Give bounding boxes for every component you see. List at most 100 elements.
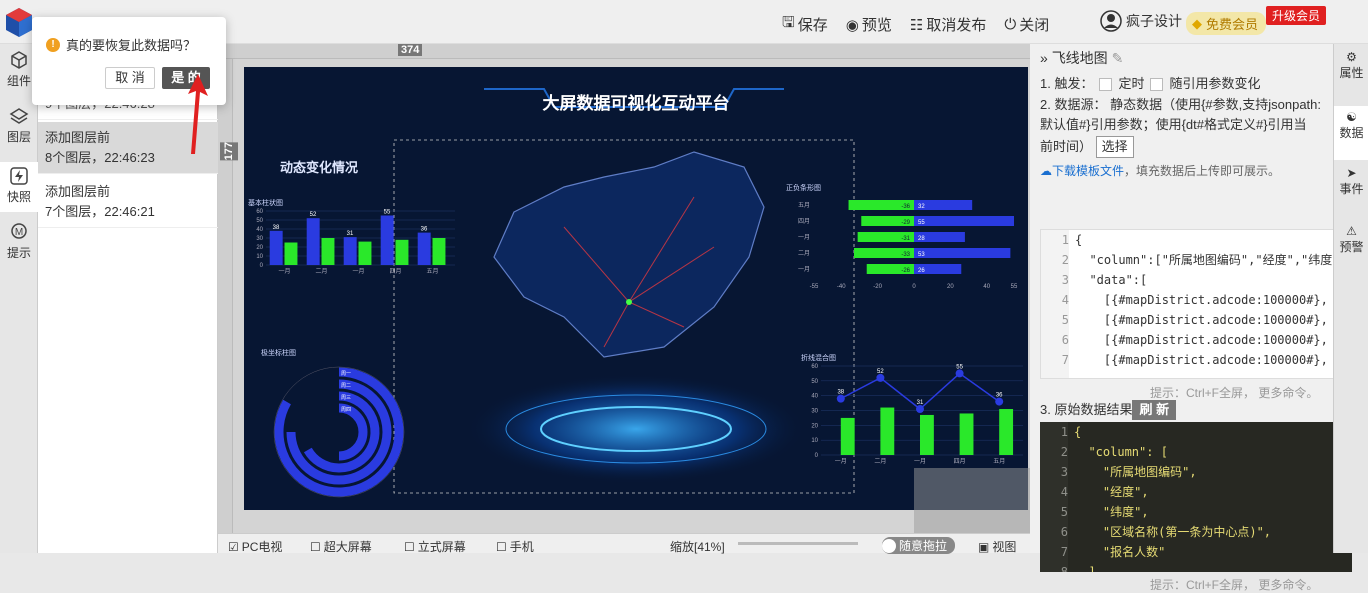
tick-label: 50 [811,379,818,385]
static-data-editor[interactable]: 1 2 3 4 5 6 7 { "column":["所属地图编码","经度",… [1040,229,1352,379]
chart-pos-neg-bar: 正负条形图五月 32 -36 四月 55 -29 一月 28 -31 二月 53 -33 一月 26 -26… [786,183,1018,290]
history-item[interactable]: 添加图层前 7个图层，22:46:21 [38,176,218,228]
category-label: 周三 [341,395,351,401]
tick-label: 40 [256,227,263,233]
code-line: "column":["所属地图编码","经度","纬度" [1075,253,1340,267]
nav-events[interactable]: ➤ 事件 [1334,166,1368,197]
trigger-row: 1. 触发： 定时 随引用参数变化 [1040,76,1261,92]
raw-data-viewer[interactable]: 1 2 3 4 5 6 7 8 { "column": [ "所属地图编码", … [1040,422,1352,572]
upgrade-button[interactable]: 升级会员 [1266,6,1327,25]
cancel-button[interactable]: 取 消 [105,67,155,89]
view-button[interactable]: ▣ 视图 [978,538,1016,555]
tick-label: 40 [983,284,990,290]
download-link[interactable]: 下载模板文件 [1052,164,1124,178]
data-label: 36 [996,393,1003,399]
edit-icon[interactable]: ✎ [1112,50,1124,66]
bar [914,216,1014,226]
device-vertical[interactable]: ☐ 立式屏幕 [404,538,466,555]
category-label: 周四 [341,407,351,413]
nav-hints[interactable]: M 提示 [0,222,38,261]
tick-label: 四月 [798,218,810,225]
nav-layers[interactable]: 图层 [0,106,38,145]
nav-data[interactable]: ☯ 数据 [1334,106,1368,160]
chart-title: 极坐标柱图 [261,348,296,357]
minimap[interactable] [914,468,1032,533]
select-button[interactable]: 选择 [1095,136,1134,158]
collapse-icon[interactable]: » [1040,50,1048,66]
nav-props[interactable]: ⚙ 属性 [1334,50,1368,81]
tick-label: 一月 [798,234,810,241]
member-badge[interactable]: ◆ 免费会员 [1186,12,1267,35]
data-label: -29 [901,220,910,226]
cursor-icon: ➤ [1346,166,1357,180]
line-number: 1 [1061,233,1069,247]
checkbox-icon: ☐ [496,539,507,554]
warning-icon: ! [46,37,60,52]
code-line: { [1075,233,1083,247]
line-number: 1 [1060,425,1068,439]
code-line: "经度", [1074,485,1149,499]
data-label: -31 [901,236,910,242]
tick-label: 30 [811,409,818,415]
bar [343,237,357,265]
refresh-button[interactable]: 刷 新 [1132,400,1177,420]
close-button[interactable]: ⏻ 关闭 [1004,12,1049,37]
line-numbers: 1 2 3 4 5 6 7 8 [1040,422,1068,572]
data-label: 31 [347,231,354,237]
eye-icon: ◉ [845,16,859,34]
tick-label: 二月 [315,268,327,275]
cloud-icon: ☁ [1040,164,1052,178]
tick-label: 0 [815,453,819,459]
code-line: "column": [ [1074,445,1168,459]
bar [395,239,409,265]
data-label: -33 [901,252,910,258]
nav-alerts[interactable]: ⚠ 预警 [1334,224,1368,255]
tick-label: 四月 [389,268,401,275]
bar [432,238,446,265]
data-point [995,397,1004,406]
drag-toggle[interactable]: 随意拖拉 [882,537,956,554]
zoom-slider[interactable] [738,542,858,545]
device-pc[interactable]: ☑ PC电视 [228,538,282,555]
user-menu[interactable]: 疯子设计 [1100,10,1182,32]
bar [358,241,372,265]
unpublish-button[interactable]: ☷ 取消发布 [910,12,986,37]
nav-snapshot[interactable]: 快照 [0,162,38,212]
dashboard-preview[interactable]: 大屏数据可视化互动平台 动态变化情况 基本柱状图 0 10 20 30 40 50 60 38 一… [244,67,1028,510]
bar [417,232,431,265]
bar [920,414,934,455]
line-number: 5 [1061,313,1069,327]
device-mobile[interactable]: ☐ 手机 [496,538,534,555]
save-button[interactable]: 🖫 保存 [782,12,828,37]
right-nav: ⚙ 属性 ☯ 数据 ➤ 事件 ⚠ 预警 [1333,44,1368,553]
ruler-horizontal[interactable] [218,44,1030,59]
bar [880,407,895,455]
props-icon: ⚙ [1346,50,1357,64]
device-wide[interactable]: ☐ 超大屏幕 [310,538,372,555]
line-number: 2 [1061,253,1069,267]
bar [321,238,335,265]
code-line: "报名人数" [1074,545,1166,559]
component-title: » 飞线地图 ✎ [1040,50,1124,66]
timed-checkbox[interactable] [1099,78,1113,92]
bar [999,409,1014,455]
data-label: 55 [384,210,391,216]
tick-label: 60 [256,209,263,215]
tick-label: 55 [1011,284,1018,290]
diamond-icon: ◆ [1192,15,1202,31]
tick-label: 40 [811,394,818,400]
code-line: "纬度", [1074,505,1149,519]
line-number: 5 [1060,505,1068,519]
param-checkbox[interactable] [1150,78,1164,92]
power-icon: ⏻ [1004,16,1017,33]
ruler-vertical[interactable] [218,59,233,533]
tick-label: 一月 [835,458,847,465]
hint-icon: M [11,223,27,239]
download-row: ☁下载模板文件，填充数据后上传即可展示。 [1040,164,1281,178]
database-icon: ☯ [1346,110,1357,124]
svg-text:M: M [15,227,23,238]
code-line: "区域名称(第一条为中心点)", [1074,525,1272,539]
bar [380,215,394,265]
tick-label: -40 [837,284,846,290]
preview-button[interactable]: ◉ 预览 [846,12,892,37]
